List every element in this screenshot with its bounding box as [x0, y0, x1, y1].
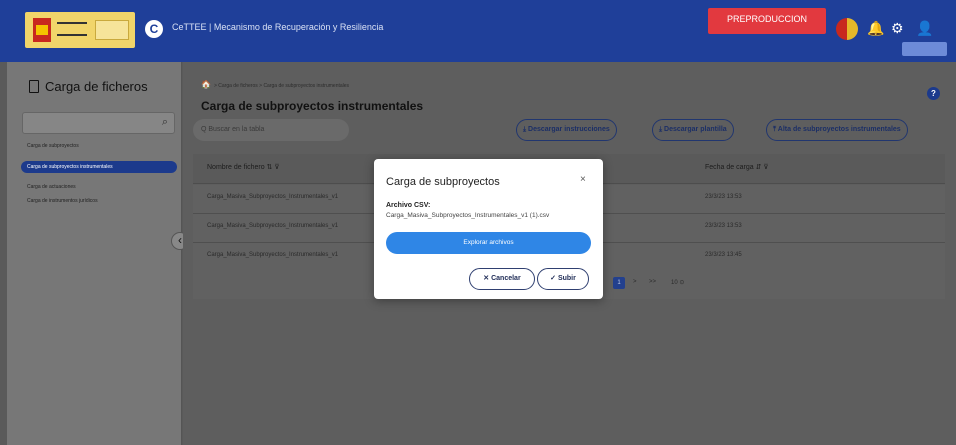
cancel-button[interactable]: ✕ Cancelar: [469, 268, 535, 290]
spain-flag-icon: [33, 18, 51, 42]
cell-file-name: Carga_Masiva_Subproyectos_Instrumentales…: [207, 252, 339, 258]
cell-file-name: Carga_Masiva_Subproyectos_Instrumentales…: [207, 194, 339, 200]
sidebar-item-subproyectos[interactable]: Carga de subproyectos: [27, 143, 79, 149]
environment-logo-icon: [836, 18, 858, 40]
bell-icon[interactable]: 🔔: [867, 20, 884, 37]
breadcrumb: 🏠 > Carga de ficheros > Carga de subproye…: [201, 80, 349, 89]
sidebar-item-subproyectos-instrumentales[interactable]: Carga de subproyectos instrumentales: [21, 161, 177, 173]
page-next-button[interactable]: >: [633, 279, 637, 285]
sidebar-item-actuaciones[interactable]: Carga de actuaciones: [27, 184, 76, 190]
sidebar-item-instrumentos-juridicos[interactable]: Carga de instrumentos jurídicos: [27, 198, 98, 204]
download-instructions-button[interactable]: ⤓ Descargar instrucciones: [516, 119, 617, 141]
cell-upload-date: 23/3/23 13:45: [705, 252, 742, 258]
csv-file-label: Archivo CSV:: [386, 202, 431, 209]
sidebar-title-text: Carga de ficheros: [45, 79, 148, 94]
page-current[interactable]: 1: [613, 277, 625, 289]
upload-button[interactable]: ✓ Subir: [537, 268, 589, 290]
home-icon[interactable]: 🏠: [201, 80, 211, 89]
app-title: CeTTEE | Mecanismo de Recuperación y Res…: [172, 22, 384, 32]
logo-emblem: [95, 20, 129, 40]
page-size-select[interactable]: 10 ⊙: [671, 279, 684, 286]
cell-upload-date: 23/3/23 13:53: [705, 194, 742, 200]
app-logo-icon: C: [145, 20, 163, 38]
top-bar: C CeTTEE | Mecanismo de Recuperación y R…: [0, 0, 956, 62]
search-icon: ⌕: [161, 116, 168, 128]
selected-file-name: Carga_Masiva_Subproyectos_Instrumentales…: [386, 212, 550, 219]
add-subprojects-button[interactable]: ⤒ Alta de subproyectos instrumentales: [766, 119, 908, 141]
page-last-button[interactable]: >>: [649, 279, 656, 285]
user-menu-button[interactable]: [902, 42, 947, 56]
page-title: Carga de subproyectos instrumentales: [201, 99, 424, 113]
gear-icon[interactable]: ⚙: [891, 20, 904, 37]
browse-files-button[interactable]: Explorar archivos: [386, 232, 591, 254]
column-file-name[interactable]: Nombre de fichero ⇅ ⊽: [207, 163, 279, 171]
help-icon[interactable]: ?: [927, 87, 940, 100]
breadcrumb-path[interactable]: > Carga de ficheros > Carga de subproyec…: [214, 83, 349, 89]
sidebar-search-input[interactable]: ⌕: [22, 112, 175, 134]
table-search-input[interactable]: Q Buscar en la tabla: [193, 119, 349, 141]
cell-upload-date: 23/3/23 13:53: [705, 223, 742, 229]
download-template-button[interactable]: ⤓ Descargar plantilla: [652, 119, 734, 141]
dialog-title: Carga de subproyectos: [386, 176, 500, 188]
government-logo: [25, 12, 135, 48]
environment-badge: PREPRODUCCION: [708, 8, 826, 34]
sidebar: Carga de ficheros ⌕ Carga de subproyecto…: [7, 62, 182, 445]
logo-text-block: [57, 22, 87, 36]
document-icon: [29, 80, 39, 93]
column-upload-date[interactable]: Fecha de carga ⇵ ⊽: [705, 163, 769, 171]
cell-file-name: Carga_Masiva_Subproyectos_Instrumentales…: [207, 223, 339, 229]
user-icon[interactable]: 👤: [916, 20, 933, 37]
close-icon[interactable]: ×: [580, 174, 586, 185]
upload-dialog: Carga de subproyectos × Archivo CSV: Car…: [374, 159, 603, 299]
